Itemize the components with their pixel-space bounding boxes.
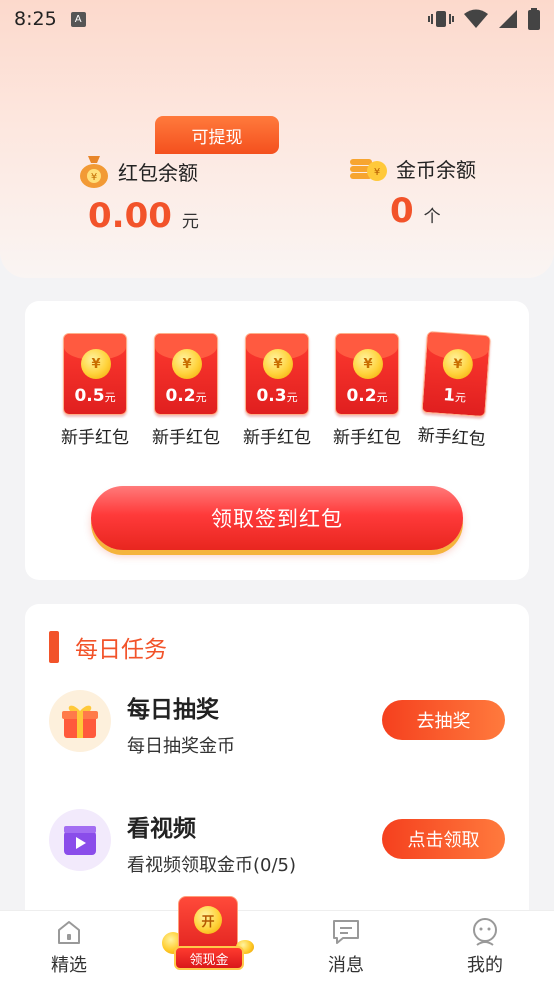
nav-item-profile[interactable]: 我的 (440, 911, 530, 977)
claim-signin-envelope-button[interactable]: 领取签到红包 (91, 486, 463, 550)
red-envelope: ¥ 0.2元 (335, 333, 399, 415)
red-packet-balance[interactable]: ¥ 红包余额 0.00 元 (78, 154, 199, 236)
status-icons (428, 8, 540, 30)
money-bag-icon: ¥ (80, 156, 108, 188)
red-packet-unit: 元 (181, 212, 199, 232)
envelope-item[interactable]: ¥ 0.2元 新手红包 (146, 333, 226, 448)
bottom-nav: 精选 消息 我的 (0, 910, 554, 984)
envelope-item[interactable]: ¥ 0.5元 新手红包 (55, 333, 135, 448)
envelope-label: 新手红包 (417, 425, 487, 451)
red-envelope: ¥ 0.5元 (63, 333, 127, 415)
coin-icon: ¥ (263, 349, 293, 379)
envelope-item[interactable]: ¥ 0.3元 新手红包 (237, 333, 317, 448)
video-icon (64, 826, 96, 855)
envelope-unit: 元 (195, 391, 207, 404)
task-icon-wrap (49, 809, 111, 871)
envelope-label: 新手红包 (333, 428, 401, 448)
section-accent-bar (49, 631, 59, 663)
envelope-unit: 元 (376, 391, 388, 404)
wifi-icon (464, 9, 488, 28)
red-envelope: ¥ 0.3元 (245, 333, 309, 415)
home-icon (58, 921, 80, 944)
task-icon-wrap (49, 690, 111, 752)
envelope-unit: 元 (454, 391, 467, 405)
coin-label: 金币余额 (396, 158, 476, 182)
coin-icon: ¥ (172, 349, 202, 379)
envelope-amount: 0.2 (346, 386, 377, 406)
section-header: 每日任务 (49, 630, 167, 664)
task-desc: 看视频领取金币(0/5) (127, 855, 297, 876)
section-title: 每日任务 (75, 637, 167, 663)
envelope-amount: 0.3 (256, 386, 287, 406)
envelope-label: 新手红包 (152, 428, 220, 448)
task-desc: 每日抽奖金币 (127, 736, 235, 757)
nav-item-featured[interactable]: 精选 (24, 911, 114, 977)
coin-icon: ¥ (441, 348, 474, 381)
envelope-label: 新手红包 (243, 428, 311, 448)
status-bar: 8:25 A (0, 0, 554, 38)
go-lottery-button[interactable]: 去抽奖 (382, 700, 505, 740)
red-envelope: ¥ 1元 (421, 330, 491, 418)
withdrawable-tag[interactable]: 可提现 (155, 116, 279, 154)
task-row-video: 看视频 看视频领取金币(0/5) 点击领取 (25, 809, 529, 879)
claim-video-reward-button[interactable]: 点击领取 (382, 819, 505, 859)
signal-icon (499, 10, 517, 28)
coin-stack-icon: ¥ (350, 158, 387, 181)
nav-item-claim-cash[interactable]: 开 领现金 (160, 896, 256, 976)
status-time: 8:25 (14, 8, 57, 30)
envelope-unit: 元 (104, 391, 116, 404)
profile-icon (473, 918, 497, 946)
red-packet-value: 0.00 (88, 196, 172, 236)
task-title: 看视频 (127, 816, 196, 842)
nav-label: 我的 (467, 955, 503, 976)
envelope-amount: 0.5 (74, 386, 105, 406)
red-envelope: ¥ 0.2元 (154, 333, 218, 415)
coin-balance[interactable]: ¥ 金币余额 0 个 (350, 154, 476, 231)
battery-icon (528, 8, 540, 30)
envelope-unit: 元 (286, 391, 298, 404)
balance-area: 可提现 ¥ 红包余额 0.00 元 ¥ 金币余额 0 个 (0, 110, 554, 250)
envelope-row: ¥ 0.5元 新手红包 ¥ 0.2元 新手红包 ¥ 0.3元 新手红包 ¥ 0.… (25, 330, 529, 453)
envelope-item[interactable]: ¥ 1元 新手红包 (411, 330, 499, 450)
coin-icon: ¥ (81, 349, 111, 379)
claim-cash-label: 领现金 (174, 946, 244, 970)
task-title: 每日抽奖 (127, 697, 219, 723)
coin-value: 0 (390, 191, 414, 231)
coin-unit: 个 (423, 207, 441, 227)
newbie-envelope-card: ¥ 0.5元 新手红包 ¥ 0.2元 新手红包 ¥ 0.3元 新手红包 ¥ 0.… (25, 301, 529, 580)
svg-text:¥: ¥ (91, 172, 97, 183)
task-row-lottery: 每日抽奖 每日抽奖金币 去抽奖 (25, 690, 529, 760)
svg-text:¥: ¥ (374, 167, 380, 178)
coin-icon: ¥ (353, 349, 383, 379)
notification-icon: A (70, 11, 86, 27)
vibrate-icon (428, 11, 454, 27)
envelope-amount: 0.2 (165, 386, 196, 406)
envelope-label: 新手红包 (61, 428, 129, 448)
daily-tasks-card: 每日任务 每日抽奖 每日抽奖金币 去抽奖 看视频 看视频领取金币(0/5) 点击… (25, 604, 529, 924)
nav-label: 精选 (51, 955, 87, 976)
gift-icon (62, 705, 98, 738)
red-packet-label: 红包余额 (118, 160, 198, 185)
envelope-item[interactable]: ¥ 0.2元 新手红包 (327, 333, 407, 448)
message-icon (333, 920, 359, 944)
nav-item-messages[interactable]: 消息 (301, 911, 391, 977)
nav-label: 消息 (328, 955, 364, 976)
open-coin-icon: 开 (194, 906, 222, 934)
